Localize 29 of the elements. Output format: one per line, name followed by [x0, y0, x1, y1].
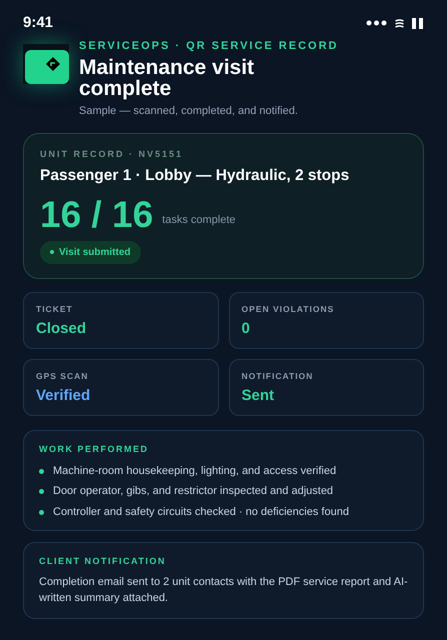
stat-value: Closed: [36, 318, 88, 338]
subtitle-text: Sample — scanned, completed, and notified.: [79, 104, 299, 118]
wifi-icon: [395, 18, 404, 28]
page-title: Maintenance visit complete: [79, 56, 256, 98]
work-item: Door operator, gibs, and restrictor inspected and adjusted: [53, 484, 334, 500]
eyebrow-text: SERVICEOPS · QR SERVICE RECORD: [79, 39, 338, 54]
stat-label: TICKET: [36, 302, 74, 316]
logo-icon: [23, 44, 69, 84]
bullet-icon: [39, 489, 44, 494]
task-count: 16 / 16: [40, 194, 154, 235]
bullet-icon: [39, 510, 44, 514]
card-label: UNIT RECORD · NV5151: [40, 148, 184, 161]
count-caption: tasks complete: [162, 213, 236, 228]
status-badge: Visit submitted: [40, 240, 140, 264]
stat-label: OPEN VIOLATIONS: [242, 302, 336, 316]
section-title: CLIENT NOTIFICATION: [39, 555, 167, 568]
stat-value: Sent: [242, 386, 276, 406]
stat-value: 0: [242, 318, 251, 338]
work-item: Machine-room housekeeping, lighting, and access verified: [53, 464, 336, 479]
bullet-icon: [39, 468, 44, 474]
section-title: WORK PERFORMED: [39, 443, 150, 456]
stat-label: GPS SCAN: [36, 370, 90, 383]
notification-text: Completion email sent to 2 unit contacts with the PDF service report and AI-written summary attached.: [39, 574, 408, 606]
stat-value: Verified: [36, 386, 92, 406]
status-time: 9:41: [23, 12, 54, 33]
signal-dots-icon: [366, 20, 387, 26]
work-item: Controller and safety circuits checked · no deficiencies found: [53, 504, 349, 520]
unit-title: Passenger 1 · Lobby — Hydraulic, 2 stops: [40, 166, 350, 186]
stat-label: NOTIFICATION: [242, 370, 314, 383]
